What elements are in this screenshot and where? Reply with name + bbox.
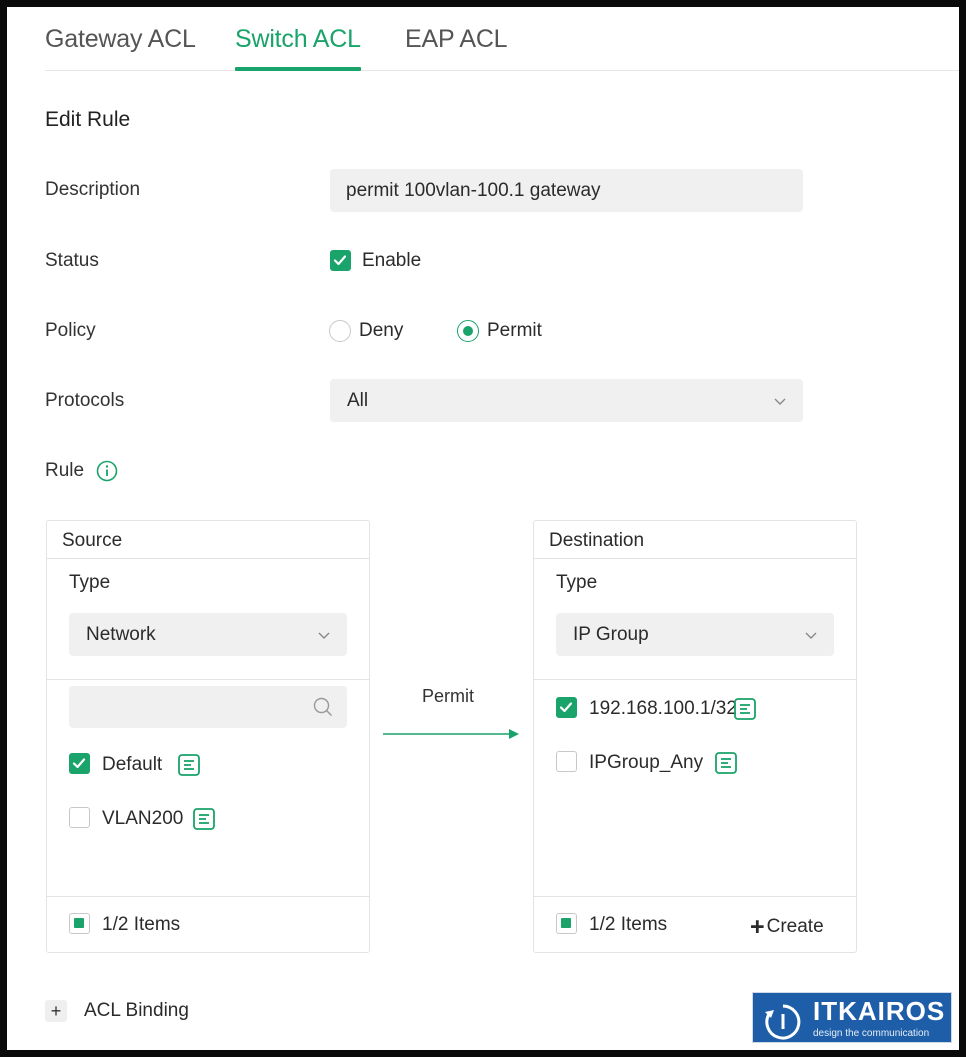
- source-item-label: VLAN200: [102, 808, 184, 829]
- itkairos-logo: ITKAIROS design the communication: [752, 992, 952, 1043]
- details-icon[interactable]: [177, 753, 201, 777]
- logo-circle-icon: [765, 1004, 801, 1040]
- divider: [47, 896, 369, 897]
- create-button[interactable]: + Create: [750, 913, 824, 942]
- policy-permit-radio[interactable]: [457, 320, 479, 342]
- source-item-checkbox[interactable]: [69, 807, 90, 828]
- protocols-select[interactable]: All: [330, 379, 803, 422]
- acl-settings-frame: Gateway ACL Switch ACL EAP ACL Edit Rule…: [7, 7, 959, 1050]
- source-item-checkbox[interactable]: [69, 753, 90, 774]
- chevron-down-icon: [774, 398, 786, 405]
- logo-name: ITKAIROS: [813, 996, 946, 1026]
- tab-switch-acl[interactable]: Switch ACL: [235, 25, 361, 54]
- destination-type-label: Type: [556, 572, 598, 593]
- details-icon[interactable]: [733, 697, 757, 721]
- destination-panel-header: Destination: [534, 521, 856, 559]
- status-enable-checkbox[interactable]: [330, 250, 351, 271]
- policy-permit-label: Permit: [487, 320, 542, 341]
- check-icon: [559, 702, 573, 713]
- create-button-label: Create: [766, 916, 824, 937]
- acl-binding-label: ACL Binding: [84, 1000, 189, 1021]
- source-item-count: 1/2 Items: [102, 914, 181, 935]
- source-type-label: Type: [69, 572, 111, 593]
- destination-type-value: IP Group: [573, 624, 649, 645]
- check-icon: [333, 255, 347, 266]
- status-label: Status: [45, 250, 99, 271]
- source-select-all-checkbox[interactable]: [69, 913, 90, 934]
- divider: [534, 896, 856, 897]
- destination-type-select[interactable]: IP Group: [556, 613, 834, 656]
- chevron-down-icon: [805, 632, 817, 639]
- destination-select-all-checkbox[interactable]: [556, 913, 577, 934]
- destination-item-count: 1/2 Items: [589, 914, 668, 935]
- divider: [534, 679, 856, 680]
- logo-tagline: design the communication: [813, 1028, 930, 1039]
- details-icon[interactable]: [192, 807, 216, 831]
- policy-label: Policy: [45, 320, 96, 341]
- page-title: Edit Rule: [45, 108, 131, 131]
- destination-item-checkbox[interactable]: [556, 751, 577, 772]
- source-item-label: Default: [102, 754, 163, 775]
- description-label: Description: [45, 179, 141, 200]
- expand-icon[interactable]: +: [45, 1000, 67, 1022]
- check-icon: [72, 758, 86, 769]
- protocols-label: Protocols: [45, 390, 125, 411]
- source-type-select[interactable]: Network: [69, 613, 347, 656]
- details-icon[interactable]: [714, 751, 738, 775]
- chevron-down-icon: [318, 632, 330, 639]
- source-type-value: Network: [86, 624, 156, 645]
- destination-item-checkbox[interactable]: [556, 697, 577, 718]
- divider: [47, 679, 369, 680]
- policy-deny-label: Deny: [359, 320, 404, 341]
- status-enable-label: Enable: [362, 250, 422, 271]
- policy-deny-radio[interactable]: [329, 320, 351, 342]
- active-tab-indicator: [235, 67, 361, 71]
- protocols-select-value: All: [347, 390, 369, 411]
- arrow-right-icon: [383, 729, 519, 739]
- description-input[interactable]: permit 100vlan-100.1 gateway: [330, 169, 803, 212]
- rule-label: Rule: [45, 460, 85, 481]
- source-search-input[interactable]: [69, 686, 347, 728]
- tab-eap-acl[interactable]: EAP ACL: [405, 25, 508, 54]
- flow-policy-label: Permit: [422, 686, 475, 706]
- plus-icon: +: [750, 913, 765, 941]
- source-panel: Source Type Network Default VLAN200 1/2 …: [46, 520, 370, 953]
- destination-item-label: 192.168.100.1/32: [589, 698, 737, 719]
- search-icon: [313, 697, 333, 717]
- tab-gateway-acl[interactable]: Gateway ACL: [45, 25, 196, 54]
- info-icon[interactable]: [96, 460, 118, 482]
- tab-bar: Gateway ACL Switch ACL EAP ACL: [45, 7, 959, 71]
- destination-panel: Destination Type IP Group 192.168.100.1/…: [533, 520, 857, 953]
- source-panel-header: Source: [47, 521, 369, 559]
- destination-item-label: IPGroup_Any: [589, 752, 704, 773]
